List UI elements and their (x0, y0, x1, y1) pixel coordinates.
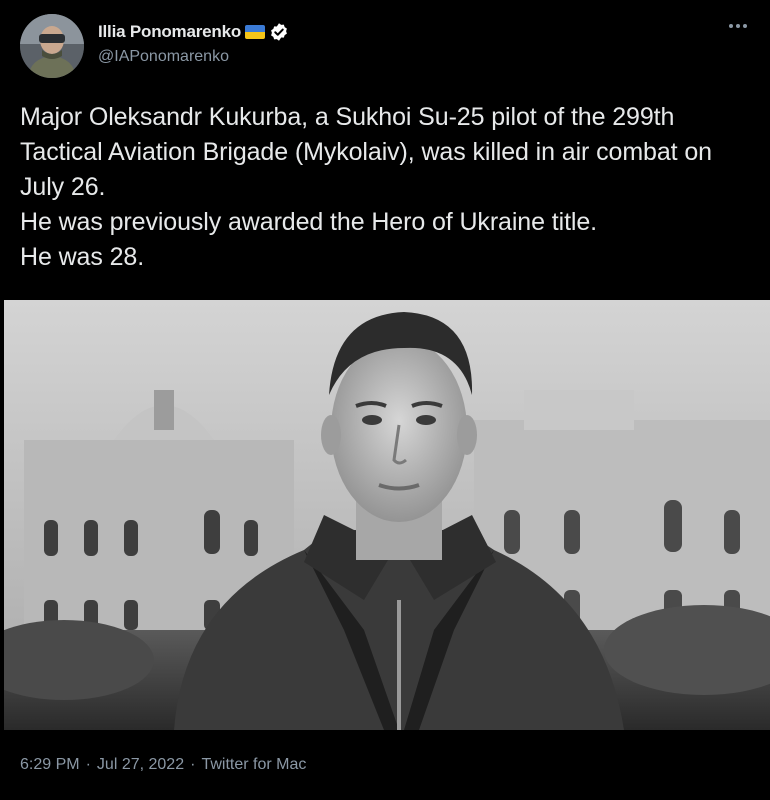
tweet-header: Illia Ponomarenko @IAPonomarenko (20, 14, 750, 78)
avatar[interactable] (20, 14, 84, 78)
tweet-text-line: He was previously awarded the Hero of Uk… (20, 208, 598, 236)
tweet-time[interactable]: 6:29 PM (20, 756, 80, 774)
display-name-row: Illia Ponomarenko (98, 20, 289, 44)
handle[interactable]: @IAPonomarenko (98, 48, 289, 66)
tweet-text-line: Major Oleksandr Kukurba, a Sukhoi Su-25 … (20, 103, 712, 201)
tweet-text-line: He was 28. (20, 243, 145, 271)
tweet-source[interactable]: Twitter for Mac (201, 756, 306, 774)
tweet-text: Major Oleksandr Kukurba, a Sukhoi Su-25 … (20, 100, 750, 275)
tweet: Illia Ponomarenko @IAPonomarenko Major O… (0, 0, 770, 800)
ukraine-flag-icon (245, 25, 266, 39)
tweet-photo[interactable] (4, 300, 770, 730)
tweet-meta: 6:29 PM · Jul 27, 2022 · Twitter for Mac (20, 756, 306, 774)
display-name[interactable]: Illia Ponomarenko (98, 22, 241, 42)
meta-separator: · (190, 756, 196, 773)
more-horizontal-icon[interactable] (726, 18, 750, 34)
portrait-photo (4, 300, 770, 730)
author-names: Illia Ponomarenko @IAPonomarenko (98, 20, 289, 66)
avatar-image (20, 14, 84, 78)
meta-separator: · (85, 756, 91, 773)
verified-badge-icon (269, 22, 289, 42)
tweet-date[interactable]: Jul 27, 2022 (97, 756, 184, 774)
